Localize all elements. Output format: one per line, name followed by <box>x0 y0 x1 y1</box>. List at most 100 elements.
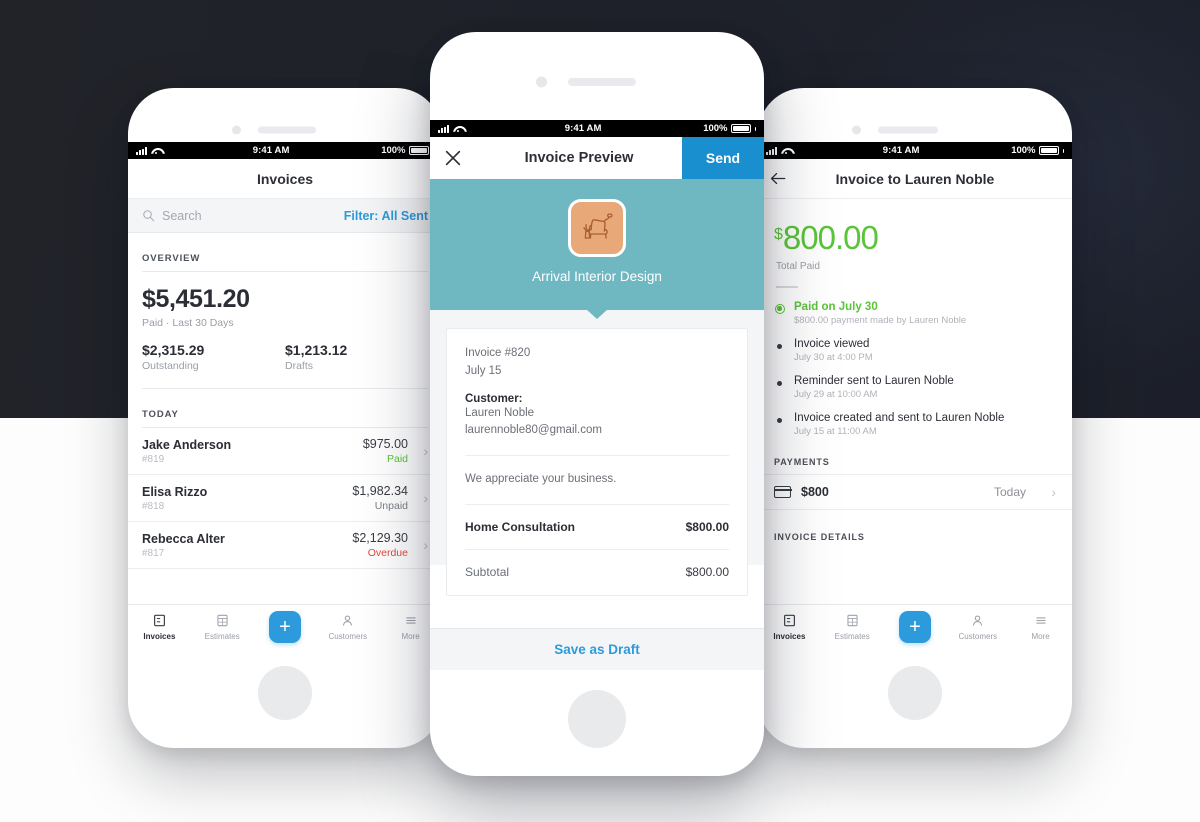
divider <box>465 549 729 551</box>
event-subtitle: July 15 at 11:00 AM <box>794 425 877 437</box>
battery-nub <box>754 126 756 131</box>
banner-notch <box>586 309 608 319</box>
bullet-dot-icon <box>776 380 783 386</box>
home-button[interactable] <box>568 690 626 748</box>
amount-value: 800.00 <box>782 219 879 256</box>
activity-event: Invoice viewed July 30 at 4:00 PM <box>758 338 1072 375</box>
wifi-icon <box>151 147 161 155</box>
invoice-amount: $975.00 <box>362 437 408 451</box>
currency-symbol: $ <box>774 226 783 243</box>
tab-invoices[interactable]: Invoices <box>128 613 191 641</box>
paid-total-caption: Paid · Last 30 Days <box>142 317 234 329</box>
invoice-amount: $2,129.30 <box>352 531 408 545</box>
invoice-preview-body: Invoice #820 July 15 Customer: Lauren No… <box>430 310 764 597</box>
preview-navbar: Invoice Preview Send <box>430 137 764 179</box>
invoice-card: Invoice #820 July 15 Customer: Lauren No… <box>446 328 748 597</box>
event-title: Paid on July 30 <box>794 300 878 313</box>
phone-right-invoice-detail: 9:41 AM 100% Invoice to Lauren Noble $ 8… <box>758 88 1072 748</box>
activity-event: Paid on July 30 $800.00 payment made by … <box>758 301 1072 338</box>
wifi-icon <box>781 147 791 155</box>
brand-banner: Arrival Interior Design <box>430 179 764 319</box>
home-button[interactable] <box>258 666 312 720</box>
back-button[interactable] <box>758 171 798 186</box>
stat-value: $1,213.12 <box>285 342 348 358</box>
stat-outstanding: $2,315.29 Outstanding <box>142 342 285 372</box>
invoice-list-item[interactable]: Jake Anderson #819 $975.00 Paid › <box>128 428 442 475</box>
customers-icon <box>341 613 354 629</box>
chevron-right-icon: › <box>1051 483 1056 500</box>
earpiece-speaker <box>878 126 938 134</box>
invoice-date-line: July 15 <box>465 364 502 377</box>
tab-invoices[interactable]: Invoices <box>758 613 821 641</box>
close-button[interactable] <box>430 137 476 179</box>
customer-name: Lauren Noble <box>465 406 535 419</box>
invoice-number: #818 <box>142 500 165 512</box>
home-button[interactable] <box>888 666 942 720</box>
create-new-button[interactable]: + <box>884 610 947 643</box>
wifi-icon <box>453 125 463 133</box>
invoices-icon <box>153 613 166 629</box>
invoice-status-badge: Overdue <box>367 547 408 559</box>
tab-label: More <box>1031 631 1050 641</box>
stat-drafts: $1,213.12 Drafts <box>285 342 428 372</box>
status-bar-time: 9:41 AM <box>564 123 602 134</box>
search-bar[interactable]: Search Filter: All Sent <box>128 199 442 233</box>
overview-stats: $2,315.29 Outstanding $1,213.12 Drafts <box>128 329 442 388</box>
chevron-right-icon: › <box>423 443 428 459</box>
activity-event: Reminder sent to Lauren Noble July 29 at… <box>758 375 1072 412</box>
status-bar: 9:41 AM 100% <box>430 120 764 137</box>
invoice-customer-name: Rebecca Alter <box>142 531 225 546</box>
filter-button[interactable]: Filter: All Sent <box>344 209 428 223</box>
earpiece-speaker <box>568 78 636 86</box>
total-paid-block: $ 800.00 Total Paid <box>758 199 1072 288</box>
payment-amount: $800 <box>801 484 829 499</box>
bullet-dot-icon <box>776 417 783 423</box>
tab-estimates[interactable]: Estimates <box>191 613 254 641</box>
estimates-icon <box>846 613 859 629</box>
payment-row[interactable]: $800 Today › <box>758 473 1072 510</box>
tab-customers[interactable]: Customers <box>316 613 379 641</box>
status-ring-icon <box>774 303 785 314</box>
stat-label: Outstanding <box>142 360 199 372</box>
tab-more[interactable]: More <box>1009 613 1072 641</box>
paid-total-amount: $5,451.20 <box>142 285 250 313</box>
send-button[interactable]: Send <box>682 137 764 179</box>
invoice-message: We appreciate your business. <box>465 473 617 486</box>
search-icon <box>143 210 155 222</box>
chevron-right-icon: › <box>423 537 428 553</box>
close-x-icon <box>445 150 461 166</box>
battery-icon <box>730 124 751 133</box>
cellular-bars-icon <box>438 124 449 133</box>
bottom-tab-bar: Invoices Estimates + Customers More <box>758 604 1072 648</box>
tab-customers[interactable]: Customers <box>946 613 1009 641</box>
invoice-customer-name: Elisa Rizzo <box>142 484 208 499</box>
phone-bottom-hardware <box>128 648 442 748</box>
tab-estimates[interactable]: Estimates <box>821 613 884 641</box>
line-item-amount: $800.00 <box>685 520 729 535</box>
chevron-right-icon: › <box>423 490 428 506</box>
front-camera-icon <box>536 76 547 88</box>
divider <box>465 455 729 457</box>
right-navbar: Invoice to Lauren Noble <box>758 159 1072 199</box>
phone-top-hardware <box>430 32 764 120</box>
activity-event: Invoice created and sent to Lauren Noble… <box>758 412 1072 449</box>
tab-label: Invoices <box>143 631 176 641</box>
invoice-list-item[interactable]: Elisa Rizzo #818 $1,982.34 Unpaid › <box>128 475 442 522</box>
page-title: Invoices <box>256 170 314 187</box>
estimates-icon <box>216 613 229 629</box>
payment-date: Today <box>993 484 1026 499</box>
invoice-number-line: Invoice #820 <box>465 347 531 359</box>
phone-bottom-hardware <box>430 670 764 776</box>
brand-name: Arrival Interior Design <box>532 269 662 284</box>
overview-heading: OVERVIEW <box>142 253 201 264</box>
left-screen: 9:41 AM 100% Invoices Search Filter: All… <box>128 142 442 648</box>
invoices-icon <box>783 613 796 629</box>
create-new-button[interactable]: + <box>254 610 317 643</box>
save-as-draft-button[interactable]: Save as Draft <box>430 628 764 670</box>
invoice-amount: $1,982.34 <box>352 484 408 498</box>
invoice-list-item[interactable]: Rebecca Alter #817 $2,129.30 Overdue › <box>128 522 442 569</box>
event-title: Reminder sent to Lauren Noble <box>794 374 954 387</box>
search-input[interactable]: Search <box>142 209 336 223</box>
invoice-number: #817 <box>142 547 165 559</box>
today-heading: TODAY <box>142 409 179 420</box>
